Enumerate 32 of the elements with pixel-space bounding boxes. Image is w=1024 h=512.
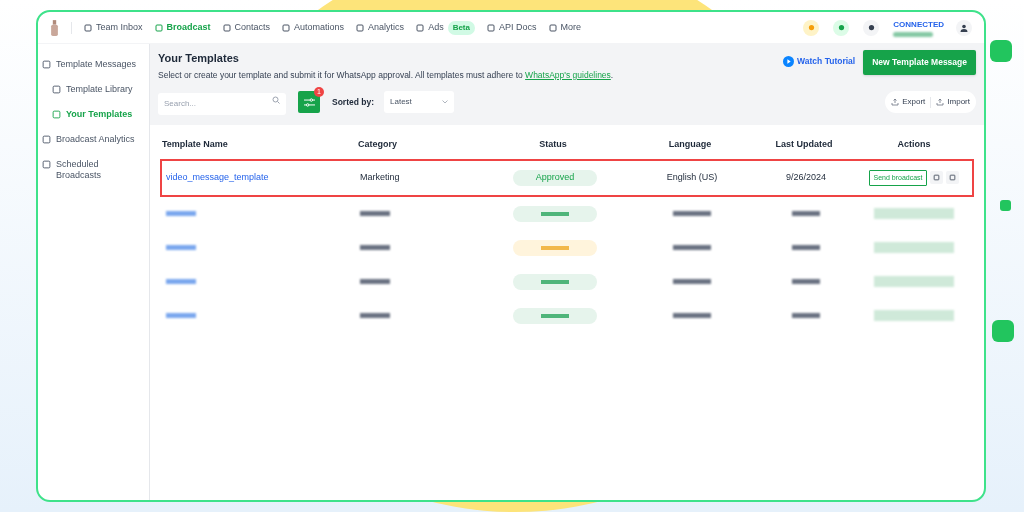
- table-cell-text: English (US): [665, 171, 719, 184]
- nav-tab[interactable]: Analytics: [356, 20, 405, 35]
- page-title: Your Templates: [158, 51, 240, 66]
- status-badge: Approved: [513, 169, 597, 186]
- column-header: Last Updated: [774, 138, 834, 151]
- nav-tab[interactable]: API Docs: [487, 20, 537, 35]
- search-field[interactable]: Search...: [158, 92, 286, 115]
- sort-label: Sorted by:: [332, 95, 375, 109]
- sidebar-item[interactable]: Template Messages: [42, 52, 149, 77]
- sidebar-item[interactable]: Template Library: [42, 77, 149, 102]
- connection-status: CONNECTED: [893, 18, 944, 31]
- column-header: Template Name: [162, 138, 229, 151]
- export-button[interactable]: Export: [891, 96, 926, 108]
- template-name-link[interactable]: video_message_template: [164, 171, 360, 185]
- beta-badge: Beta: [447, 20, 475, 35]
- column-header: Category: [358, 138, 398, 151]
- nav-tab[interactable]: Team Inbox: [84, 20, 143, 35]
- page-description: Select or create your template and submit it for WhatsApp approval. All templates must adhere to WhatsApp's guidelines.: [158, 68, 615, 82]
- watch-tutorial-link[interactable]: Watch Tutorial: [783, 55, 856, 68]
- nav-tab[interactable]: More: [548, 20, 581, 35]
- sidebar-item[interactable]: Broadcast Analytics: [42, 127, 149, 152]
- nav-tab[interactable]: Contacts: [222, 20, 271, 35]
- table-cell-text: Marketing: [360, 171, 401, 184]
- column-header: Actions: [896, 138, 932, 151]
- table-cell-text: 9/26/2024: [784, 171, 827, 184]
- sidebar-item[interactable]: Scheduled Broadcasts: [42, 152, 149, 188]
- nav-tab[interactable]: Ads: [416, 20, 444, 35]
- import-button[interactable]: Import: [936, 96, 970, 108]
- nav-tab[interactable]: Automations: [282, 20, 345, 35]
- column-header: Status: [538, 138, 568, 151]
- sort-dropdown[interactable]: Latest: [384, 91, 455, 113]
- column-header: Language: [667, 138, 713, 151]
